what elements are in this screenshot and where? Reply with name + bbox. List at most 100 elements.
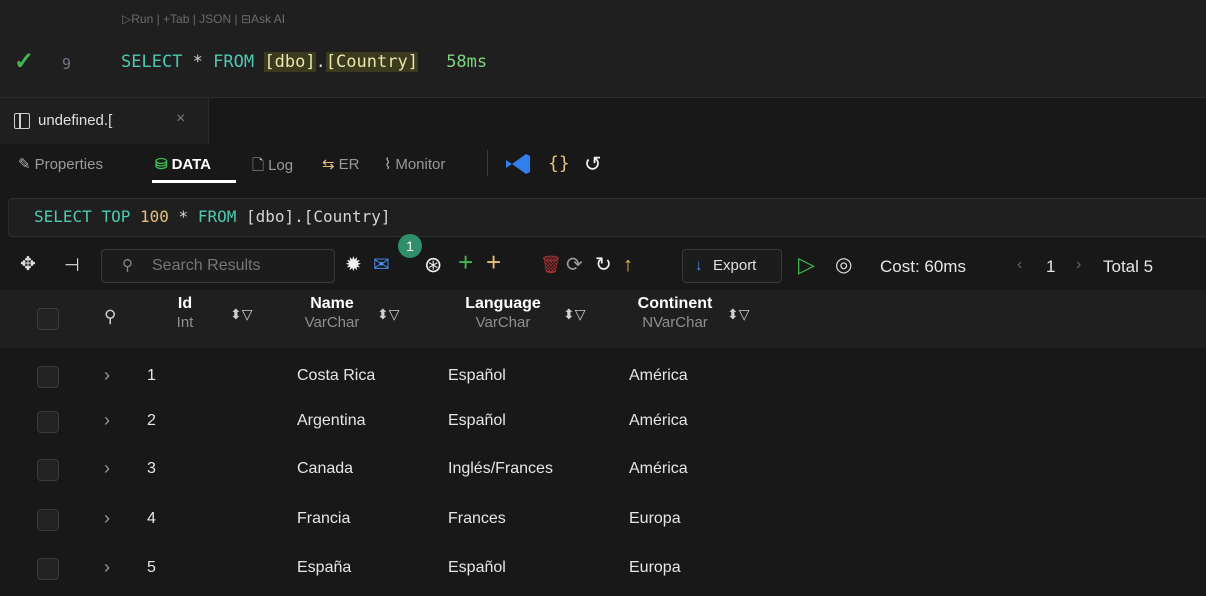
cell-name[interactable]: Costa Rica	[297, 367, 375, 385]
add-row-icon[interactable]: +	[458, 249, 473, 275]
tab-log-label: Log	[268, 157, 294, 174]
play-icon[interactable]: ▷	[798, 253, 815, 277]
mail-icon[interactable]: ✉	[373, 253, 390, 277]
row-checkbox[interactable]	[37, 459, 59, 481]
add-column-icon[interactable]: +	[486, 249, 501, 275]
divider	[487, 150, 488, 176]
export-button[interactable]: ↓ Export	[682, 249, 782, 283]
active-tab-indicator	[152, 180, 236, 183]
pin-icon[interactable]: ⊣	[64, 253, 80, 277]
column-header-continent[interactable]: Continent NVarChar	[626, 294, 724, 333]
sort-filter-icon[interactable]: ⬍▽	[727, 306, 750, 323]
grid-header: ⚲ Id Int ⬍▽ Name VarChar ⬍▽ Language Var…	[0, 290, 1206, 348]
column-header-name[interactable]: Name VarChar	[290, 294, 374, 333]
history-icon[interactable]: ↺	[584, 152, 602, 177]
table-row[interactable]: › 1 Costa Rica Español América	[0, 352, 1206, 400]
line-number: 9	[62, 55, 72, 73]
cell-id[interactable]: 5	[147, 559, 156, 577]
cell-name[interactable]: Canada	[297, 460, 353, 478]
gear-icon[interactable]: ✹	[345, 253, 362, 277]
chevron-right-icon[interactable]: ›	[104, 365, 110, 386]
sort-filter-icon[interactable]: ⬍▽	[377, 306, 400, 323]
cell-continent[interactable]: Europa	[629, 559, 681, 577]
cell-continent[interactable]: América	[629, 412, 688, 430]
refresh-icon[interactable]: ↻	[595, 253, 612, 277]
table-row[interactable]: › 3 Canada Inglés/Frances América	[0, 445, 1206, 493]
sql-editor[interactable]: ▷Run | +Tab | JSON | ⊟Ask AI ✓ 9 SELECT …	[0, 0, 1206, 97]
column-name: Language	[465, 295, 541, 312]
chart-icon: ⌇	[384, 156, 392, 173]
cell-name[interactable]: Francia	[297, 510, 350, 528]
sort-filter-icon[interactable]: ⬍▽	[563, 306, 586, 323]
cell-name[interactable]: España	[297, 559, 351, 577]
column-name: Name	[310, 295, 354, 312]
tab-data[interactable]: ⛁ DATA	[155, 155, 211, 173]
cell-id[interactable]: 4	[147, 510, 156, 528]
chevron-right-icon[interactable]: ›	[104, 410, 110, 431]
tab-er[interactable]: ⇆ ER	[322, 155, 359, 173]
tab-monitor[interactable]: ⌇ Monitor	[384, 155, 445, 173]
cell-id[interactable]: 1	[147, 367, 156, 385]
table-target: [dbo].[Country]	[245, 207, 391, 226]
tab-bar: undefined.[ ×	[0, 97, 1206, 146]
cell-language[interactable]: Español	[448, 412, 506, 430]
database-icon: ⛁	[155, 156, 168, 173]
cell-id[interactable]: 3	[147, 460, 156, 478]
tab-properties[interactable]: ✎ Properties	[18, 155, 103, 173]
row-checkbox[interactable]	[37, 558, 59, 580]
trash-icon[interactable]: 🗑	[540, 253, 562, 277]
code-line[interactable]: SELECT * FROM [dbo].[Country] 58ms	[121, 52, 487, 72]
cell-continent[interactable]: América	[629, 460, 688, 478]
move-icon[interactable]: ✥	[20, 253, 36, 277]
page-number[interactable]: 1	[1046, 257, 1055, 277]
arrow-up-icon[interactable]: ↑	[623, 253, 633, 277]
table-row[interactable]: › 2 Argentina Español América	[0, 397, 1206, 445]
cell-continent[interactable]: América	[629, 367, 688, 385]
cell-continent[interactable]: Europa	[629, 510, 681, 528]
close-icon[interactable]: ×	[176, 110, 185, 128]
cell-id[interactable]: 2	[147, 412, 156, 430]
query-box[interactable]: SELECT TOP 100 * FROM [dbo].[Country]	[8, 198, 1206, 237]
eye-icon[interactable]: ◎	[835, 253, 852, 277]
total-count: Total 5	[1103, 257, 1154, 276]
search-box[interactable]: ⚲	[101, 249, 335, 283]
panel-icon	[14, 113, 30, 129]
cell-language[interactable]: Inglés/Frances	[448, 460, 553, 478]
row-checkbox[interactable]	[37, 366, 59, 388]
cell-language[interactable]: Frances	[448, 510, 506, 528]
column-header-language[interactable]: Language VarChar	[448, 294, 558, 333]
chevron-right-icon[interactable]: ›	[104, 508, 110, 529]
chevron-right-icon[interactable]: ›	[104, 458, 110, 479]
table-row[interactable]: › 5 España Español Europa	[0, 544, 1206, 592]
dot-symbol: .	[315, 52, 326, 72]
tab-log[interactable]: 🗋 Log	[252, 155, 293, 180]
chevron-right-icon[interactable]: ›	[104, 557, 110, 578]
search-input[interactable]	[150, 255, 324, 277]
column-header-id[interactable]: Id Int	[163, 294, 207, 333]
panel-tabs: ✎ Properties ⛁ DATA 🗋 Log ⇆ ER ⌇ Monitor {} ↺	[0, 144, 1206, 184]
search-icon[interactable]: ⚲	[104, 307, 116, 327]
star-symbol: *	[192, 52, 203, 72]
row-checkbox[interactable]	[37, 411, 59, 433]
er-diagram-icon: ⇆	[322, 156, 335, 173]
user-circle-icon[interactable]: ⊛	[424, 253, 442, 277]
keyword-from: FROM	[213, 52, 255, 72]
chevron-right-icon[interactable]: ›	[1076, 256, 1081, 274]
braces-icon[interactable]: {}	[548, 153, 570, 174]
cell-language[interactable]: Español	[448, 367, 506, 385]
codelens-actions[interactable]: ▷Run | +Tab | JSON | ⊟Ask AI	[122, 12, 285, 26]
keyword-from: FROM	[197, 207, 237, 226]
sort-filter-icon[interactable]: ⬍▽	[230, 306, 253, 323]
select-all-checkbox[interactable]	[37, 308, 59, 330]
row-checkbox[interactable]	[37, 509, 59, 531]
chevron-left-icon[interactable]: ‹	[1017, 256, 1022, 274]
cell-language[interactable]: Español	[448, 559, 506, 577]
query-cost: Cost: 60ms	[880, 257, 966, 276]
tab-results[interactable]: undefined.[ ×	[0, 98, 209, 145]
table-row[interactable]: › 4 Francia Frances Europa	[0, 495, 1206, 543]
export-label: Export	[713, 257, 757, 274]
cell-name[interactable]: Argentina	[297, 412, 366, 430]
vscode-icon[interactable]	[502, 152, 532, 176]
column-type: VarChar	[304, 314, 360, 331]
sync-icon[interactable]: ⟳	[566, 253, 583, 277]
